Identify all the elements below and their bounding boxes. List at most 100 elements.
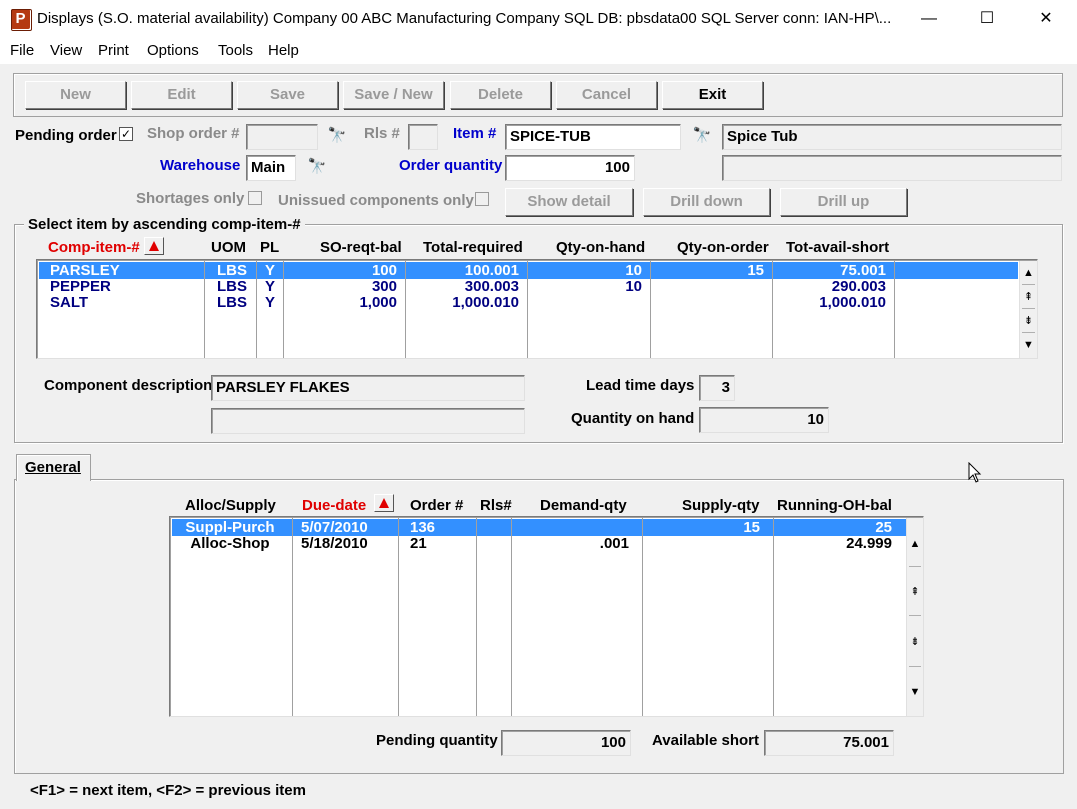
col-qty-on-hand[interactable]: Qty-on-hand (556, 239, 645, 256)
new-button[interactable]: New (25, 81, 126, 109)
scroll-up-icon[interactable]: ▲ (907, 538, 923, 550)
order-num-cell: 136 (410, 519, 436, 536)
show-detail-button[interactable]: Show detail (505, 188, 633, 216)
components-grid[interactable]: PARSLEY LBS Y 100 100.001 10 15 75.001 P… (36, 259, 1038, 359)
component-description-field: PARSLEY FLAKES (211, 375, 525, 401)
alloc-supply-cell: Alloc-Shop (190, 535, 270, 552)
col-order-num[interactable]: Order # (410, 497, 463, 514)
col-alloc-supply[interactable]: Alloc/Supply (185, 497, 276, 514)
cancel-button[interactable]: Cancel (556, 81, 657, 109)
save-button[interactable]: Save (237, 81, 338, 109)
col-rls[interactable]: Rls# (480, 497, 512, 514)
lead-time-label: Lead time days (586, 377, 695, 394)
transactions-grid[interactable]: Suppl-Purch 5/07/2010 136 15 25 Alloc-Sh… (169, 516, 924, 717)
scroll-down-icon[interactable]: ▼ (907, 686, 923, 698)
pending-order-checkbox[interactable]: ✓ (119, 127, 133, 141)
close-button[interactable]: ✕ (1017, 0, 1075, 38)
minimize-button[interactable]: — (900, 0, 958, 38)
col-uom[interactable]: UOM (211, 239, 246, 256)
order-num-cell: 21 (410, 535, 427, 552)
pending-order-label: Pending order (15, 127, 117, 144)
due-date-cell: 5/18/2010 (301, 535, 368, 552)
col-demand-qty[interactable]: Demand-qty (540, 497, 627, 514)
lead-time-field: 3 (699, 375, 735, 401)
components-group-label: Select item by ascending comp-item-# (24, 216, 305, 233)
save-new-button[interactable]: Save / New (343, 81, 444, 109)
tot-avail-short-cell: 75.001 (840, 262, 886, 279)
qty-on-order-cell: 15 (747, 262, 764, 279)
maximize-button[interactable]: ☐ (958, 0, 1016, 38)
unissued-components-label: Unissued components only (278, 192, 474, 209)
menu-file[interactable]: File (10, 42, 34, 59)
menu-view[interactable]: View (50, 42, 82, 59)
tot-avail-short-cell: 1,000.010 (819, 294, 886, 311)
warehouse-lookup-icon[interactable]: 🔭 (302, 155, 332, 181)
components-scrollbar[interactable]: ▲ ⇞ ⇟ ▼ (1019, 261, 1037, 358)
uom-cell: LBS (217, 294, 247, 311)
warehouse-label: Warehouse (160, 157, 241, 174)
shortages-only-label: Shortages only (136, 190, 245, 207)
rls-field[interactable] (408, 124, 438, 150)
scroll-up-icon[interactable]: ▲ (1020, 267, 1037, 279)
mouse-cursor-icon (968, 462, 982, 483)
comp-item-cell: PARSLEY (50, 262, 120, 279)
total-required-cell: 300.003 (464, 278, 519, 295)
order-quantity-field[interactable]: 100 (505, 155, 635, 181)
comp-item-cell: PEPPER (50, 278, 111, 295)
menu-tools[interactable]: Tools (218, 42, 253, 59)
qty-on-hand-cell: 10 (625, 262, 642, 279)
item-description2-field (722, 155, 1062, 181)
exit-button[interactable]: Exit (662, 81, 763, 109)
demand-qty-cell: .001 (599, 535, 629, 552)
col-pl[interactable]: PL (260, 239, 279, 256)
item-lookup-icon[interactable]: 🔭 (687, 124, 717, 150)
col-tot-avail-short[interactable]: Tot-avail-short (786, 239, 889, 256)
window-title: Displays (S.O. material availability) Co… (37, 10, 892, 27)
page-up-icon[interactable]: ⇞ (907, 586, 923, 598)
col-due-date[interactable]: Due-date (302, 497, 366, 514)
item-field[interactable]: SPICE-TUB (505, 124, 681, 150)
tab-general[interactable]: General (16, 454, 91, 481)
available-short-field: 75.001 (764, 730, 894, 756)
uom-cell: LBS (217, 278, 247, 295)
shortages-only-checkbox[interactable] (248, 191, 262, 205)
shop-order-lookup-icon[interactable]: 🔭 (322, 124, 352, 150)
warehouse-field[interactable]: Main (246, 155, 296, 181)
menu-options[interactable]: Options (147, 42, 199, 59)
supply-qty-cell: 15 (743, 519, 760, 536)
so-reqt-bal-cell: 100 (371, 262, 397, 279)
so-reqt-bal-cell: 300 (371, 278, 397, 295)
quantity-on-hand-field: 10 (699, 407, 829, 433)
tab-general-label: General (25, 459, 81, 476)
total-required-cell: 1,000.010 (452, 294, 519, 311)
col-so-reqt-bal[interactable]: SO-reqt-bal (320, 239, 402, 256)
col-total-required[interactable]: Total-required (423, 239, 523, 256)
rls-label: Rls # (364, 125, 400, 142)
shop-order-field[interactable] (246, 124, 318, 150)
page-down-icon[interactable]: ⇟ (907, 636, 923, 648)
pl-cell: Y (265, 294, 276, 311)
drill-up-button[interactable]: Drill up (780, 188, 907, 216)
edit-button[interactable]: Edit (131, 81, 232, 109)
col-running-oh-bal[interactable]: Running-OH-bal (777, 497, 892, 514)
sort-asc-icon[interactable] (374, 494, 394, 512)
unissued-components-checkbox[interactable] (475, 192, 489, 206)
menu-print[interactable]: Print (98, 42, 129, 59)
scroll-down-icon[interactable]: ▼ (1020, 339, 1037, 351)
menu-help[interactable]: Help (268, 42, 299, 59)
col-qty-on-order[interactable]: Qty-on-order (677, 239, 769, 256)
pl-cell: Y (265, 262, 276, 279)
item-label: Item # (453, 125, 497, 142)
delete-button[interactable]: Delete (450, 81, 551, 109)
app-icon: P (11, 9, 32, 31)
col-supply-qty[interactable]: Supply-qty (682, 497, 760, 514)
transactions-scrollbar[interactable]: ▲ ⇞ ⇟ ▼ (906, 518, 923, 716)
tot-avail-short-cell: 290.003 (831, 278, 886, 295)
running-oh-bal-cell: 24.999 (846, 535, 892, 552)
page-down-icon[interactable]: ⇟ (1020, 315, 1037, 327)
col-comp-item[interactable]: Comp-item-# (48, 239, 140, 256)
available-short-label: Available short (652, 732, 759, 749)
sort-asc-icon[interactable] (144, 237, 164, 255)
drill-down-button[interactable]: Drill down (643, 188, 770, 216)
page-up-icon[interactable]: ⇞ (1020, 291, 1037, 303)
